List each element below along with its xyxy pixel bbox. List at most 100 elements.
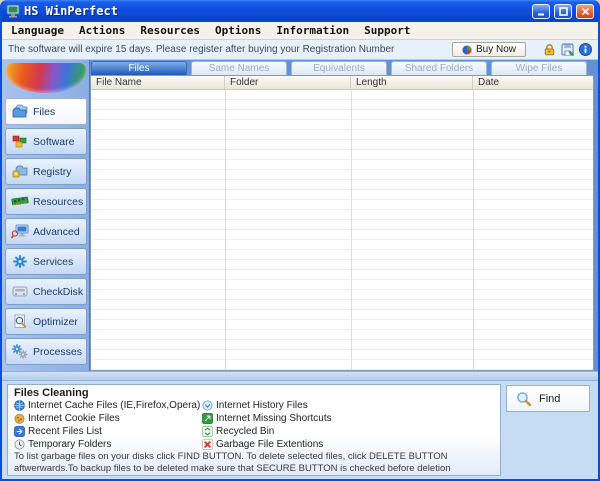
sidebar-item-label: Resources — [33, 195, 84, 208]
cookie-icon — [14, 413, 25, 424]
history-clock-icon — [202, 400, 213, 411]
cleaning-item-label: Recycled Bin — [216, 426, 275, 437]
buy-now-label: Buy Now — [475, 44, 516, 55]
globe-icon — [14, 400, 25, 411]
sidebar-item-software[interactable]: Software — [5, 128, 87, 155]
instructions-text: To list garbage files on your disks clic… — [14, 451, 451, 473]
cleaning-item-label: Internet Missing Shortcuts — [216, 413, 332, 424]
sidebar-item-advanced[interactable]: Advanced — [5, 218, 87, 245]
temp-folder-icon — [14, 439, 25, 450]
column-header-length[interactable]: Length — [351, 76, 473, 89]
cleaning-item-internet-cache[interactable]: Internet Cache Files (IE,Firefox,Opera) — [14, 399, 200, 412]
cleaning-item-recent-files[interactable]: Recent Files List — [14, 425, 196, 438]
app-window: HS WinPerfect Language Actions Resources… — [0, 0, 600, 481]
computer-search-icon — [10, 224, 29, 239]
column-divider — [351, 90, 352, 370]
splitter-bar[interactable] — [2, 371, 598, 381]
save-icon[interactable] — [561, 43, 574, 56]
cleaning-item-label: Garbage File Extentions — [216, 439, 324, 450]
gears-icon — [10, 344, 29, 359]
menu-resources[interactable]: Resources — [140, 24, 200, 37]
sidebar-item-label: Services — [33, 255, 74, 268]
find-button-label: Find — [539, 392, 561, 405]
bottom-right-area: Find — [506, 384, 594, 476]
sidebar-item-label: Files — [33, 105, 56, 118]
cleaning-item-label: Internet History Files — [216, 400, 308, 411]
shortcut-icon — [202, 413, 213, 424]
cleaning-items: Internet Cache Files (IE,Firefox,Opera) … — [14, 399, 494, 451]
title-bar: HS WinPerfect — [2, 0, 598, 22]
find-button[interactable]: Find — [506, 385, 590, 412]
sidebar-item-label: Optimizer — [33, 315, 78, 328]
gear-icon — [10, 254, 29, 269]
maximize-button[interactable] — [554, 3, 572, 19]
sidebar-item-label: Advanced — [33, 225, 80, 238]
cleaning-item-history[interactable]: Internet History Files — [202, 399, 332, 412]
cleaning-item-label: Internet Cookie Files — [28, 413, 120, 424]
tab-files[interactable]: Files — [91, 61, 187, 75]
buy-now-icon — [462, 45, 472, 55]
cleaning-item-garbage-extensions[interactable]: Garbage File Extentions — [202, 438, 332, 451]
menu-actions[interactable]: Actions — [79, 24, 125, 37]
file-list-body[interactable] — [91, 90, 593, 370]
cleaning-item-recycled-bin[interactable]: Recycled Bin — [202, 425, 332, 438]
sidebar-item-registry[interactable]: Registry — [5, 158, 87, 185]
column-header-folder[interactable]: Folder — [225, 76, 351, 89]
menu-language[interactable]: Language — [11, 24, 64, 37]
close-button[interactable] — [576, 3, 594, 19]
files-cleaning-panel: Files Cleaning Internet Cache Files (IE,… — [7, 384, 501, 476]
menu-options[interactable]: Options — [215, 24, 261, 37]
app-icon — [6, 4, 20, 18]
file-table: File Name Folder Length Date — [90, 75, 594, 371]
panel-title: Files Cleaning — [14, 387, 89, 399]
hard-drive-icon — [10, 284, 29, 299]
sidebar-item-processes[interactable]: Processes — [5, 338, 87, 365]
registry-icon — [10, 164, 29, 179]
red-x-icon — [202, 439, 213, 450]
info-icon[interactable] — [579, 43, 592, 56]
cleaning-item-missing-shortcuts[interactable]: Internet Missing Shortcuts — [202, 412, 332, 425]
column-header-date[interactable]: Date — [473, 76, 593, 89]
tab-same-names[interactable]: Same Names — [191, 61, 287, 75]
column-header-file-name[interactable]: File Name — [91, 76, 225, 89]
recent-files-icon — [14, 426, 25, 437]
menu-information[interactable]: Information — [276, 24, 349, 37]
sidebar-item-files[interactable]: Files — [5, 98, 87, 125]
tab-strip: Files Same Names Equivalents Shared Fold… — [90, 60, 594, 75]
software-blocks-icon — [10, 134, 29, 149]
sidebar-item-label: CheckDisk — [33, 285, 84, 298]
menu-bar: Language Actions Resources Options Infor… — [2, 22, 598, 40]
cleaning-item-cookies[interactable]: Internet Cookie Files — [14, 412, 196, 425]
column-divider — [225, 90, 226, 370]
sidebar-item-checkdisk[interactable]: CheckDisk — [5, 278, 87, 305]
bottom-area: Files Cleaning Internet Cache Files (IE,… — [2, 381, 598, 479]
minimize-button[interactable] — [532, 3, 550, 19]
cleaning-item-temp-folders[interactable]: Temporary Folders — [14, 438, 196, 451]
magnifier-icon — [516, 391, 532, 407]
sidebar-item-label: Processes — [33, 345, 83, 358]
cleaning-item-label: Recent Files List — [28, 426, 102, 437]
cleaning-item-label: Temporary Folders — [28, 439, 112, 450]
column-divider — [473, 90, 474, 370]
content-area: Files Same Names Equivalents Shared Fold… — [90, 60, 598, 371]
main-area: Files Software Registry Resources Advanc… — [2, 60, 598, 371]
tab-wipe-files[interactable]: Wipe Files — [491, 61, 587, 75]
buy-now-button[interactable]: Buy Now — [451, 42, 526, 57]
notice-bar: The software will expire 15 days. Please… — [2, 40, 598, 60]
sidebar: Files Software Registry Resources Advanc… — [2, 60, 90, 371]
lock-icon[interactable] — [543, 43, 556, 56]
sidebar-item-label: Registry — [33, 165, 72, 178]
tab-shared-folders[interactable]: Shared Folders — [391, 61, 487, 75]
sidebar-item-services[interactable]: Services — [5, 248, 87, 275]
tab-equivalents[interactable]: Equivalents — [291, 61, 387, 75]
table-header: File Name Folder Length Date — [91, 76, 593, 90]
cleaning-item-label: Internet Cache Files (IE,Firefox,Opera) — [28, 400, 201, 411]
memory-chip-icon — [10, 194, 29, 209]
folder-icon — [10, 104, 29, 119]
magnifier-document-icon — [10, 314, 29, 329]
menu-support[interactable]: Support — [364, 24, 410, 37]
expiry-notice: The software will expire 15 days. Please… — [8, 44, 395, 55]
sidebar-item-optimizer[interactable]: Optimizer — [5, 308, 87, 335]
sidebar-item-resources[interactable]: Resources — [5, 188, 87, 215]
rainbow-logo — [6, 63, 86, 93]
